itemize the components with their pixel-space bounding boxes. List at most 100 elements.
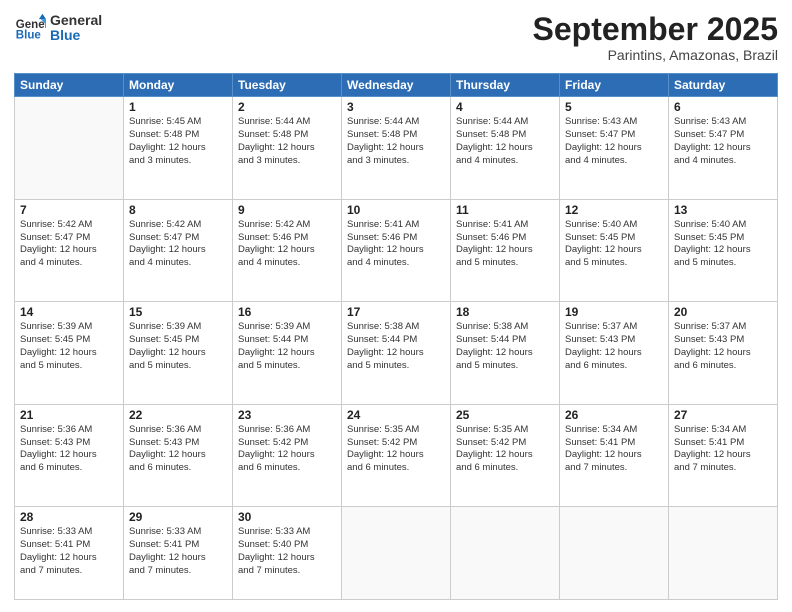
page-header: General Blue General Blue September 2025… [14,12,778,63]
calendar-body: 1 Sunrise: 5:45 AMSunset: 5:48 PMDaylight… [15,97,778,600]
calendar-cell [669,507,778,600]
day-number: 9 [238,203,336,217]
day-info: Sunrise: 5:38 AMSunset: 5:44 PMDaylight:… [347,321,445,372]
day-number: 14 [20,305,118,319]
day-number: 17 [347,305,445,319]
day-info: Sunrise: 5:44 AMSunset: 5:48 PMDaylight:… [347,116,445,167]
day-number: 13 [674,203,772,217]
col-header-saturday: Saturday [669,74,778,97]
day-info: Sunrise: 5:40 AMSunset: 5:45 PMDaylight:… [674,219,772,270]
calendar-cell: 14 Sunrise: 5:39 AMSunset: 5:45 PMDayligh… [15,302,124,405]
day-info: Sunrise: 5:43 AMSunset: 5:47 PMDaylight:… [674,116,772,167]
day-info: Sunrise: 5:36 AMSunset: 5:43 PMDaylight:… [20,424,118,475]
calendar-cell: 19 Sunrise: 5:37 AMSunset: 5:43 PMDayligh… [560,302,669,405]
calendar-cell: 15Sunrise: 5:39 AMSunset: 5:45 PMDayligh… [124,302,233,405]
day-info: Sunrise: 5:36 AMSunset: 5:42 PMDaylight:… [238,424,336,475]
day-number: 12 [565,203,663,217]
calendar-cell: 24 Sunrise: 5:35 AMSunset: 5:42 PMDayligh… [342,404,451,507]
calendar-cell: 7Sunrise: 5:42 AMSunset: 5:47 PMDaylight… [15,199,124,302]
calendar-week-5: 28Sunrise: 5:33 AMSunset: 5:41 PMDayligh… [15,507,778,600]
calendar-cell: 10 Sunrise: 5:41 AMSunset: 5:46 PMDayligh… [342,199,451,302]
svg-text:Blue: Blue [16,30,42,42]
calendar-cell: 28Sunrise: 5:33 AMSunset: 5:41 PMDayligh… [15,507,124,600]
day-number: 6 [674,100,772,114]
day-info: Sunrise: 5:44 AMSunset: 5:48 PMDaylight:… [456,116,554,167]
day-info: Sunrise: 5:35 AMSunset: 5:42 PMDaylight:… [347,424,445,475]
day-info: Sunrise: 5:34 AMSunset: 5:41 PMDaylight:… [565,424,663,475]
day-info: Sunrise: 5:39 AMSunset: 5:44 PMDaylight:… [238,321,336,372]
month-title: September 2025 [533,12,778,47]
calendar-cell: 8Sunrise: 5:42 AMSunset: 5:47 PMDaylight… [124,199,233,302]
logo-general: General [50,13,102,28]
day-info: Sunrise: 5:36 AMSunset: 5:43 PMDaylight:… [129,424,227,475]
calendar-cell: 26 Sunrise: 5:34 AMSunset: 5:41 PMDayligh… [560,404,669,507]
day-number: 8 [129,203,227,217]
day-number: 24 [347,408,445,422]
calendar-cell: 5Sunrise: 5:43 AMSunset: 5:47 PMDaylight… [560,97,669,200]
calendar-cell [451,507,560,600]
col-header-friday: Friday [560,74,669,97]
day-number: 25 [456,408,554,422]
day-info: Sunrise: 5:41 AMSunset: 5:46 PMDaylight:… [456,219,554,270]
calendar-cell: 11 Sunrise: 5:41 AMSunset: 5:46 PMDayligh… [451,199,560,302]
calendar-cell: 20Sunrise: 5:37 AMSunset: 5:43 PMDayligh… [669,302,778,405]
calendar-cell: 12 Sunrise: 5:40 AMSunset: 5:45 PMDayligh… [560,199,669,302]
calendar-header-row: SundayMondayTuesdayWednesdayThursdayFrid… [15,74,778,97]
calendar-week-3: 14 Sunrise: 5:39 AMSunset: 5:45 PMDayligh… [15,302,778,405]
day-number: 22 [129,408,227,422]
day-info: Sunrise: 5:39 AMSunset: 5:45 PMDaylight:… [20,321,118,372]
calendar-cell: 9 Sunrise: 5:42 AMSunset: 5:46 PMDaylight… [233,199,342,302]
calendar-cell: 30Sunrise: 5:33 AMSunset: 5:40 PMDayligh… [233,507,342,600]
calendar-week-1: 1 Sunrise: 5:45 AMSunset: 5:48 PMDaylight… [15,97,778,200]
day-info: Sunrise: 5:42 AMSunset: 5:46 PMDaylight:… [238,219,336,270]
calendar-cell [342,507,451,600]
calendar-table: SundayMondayTuesdayWednesdayThursdayFrid… [14,73,778,600]
calendar-cell: 13 Sunrise: 5:40 AMSunset: 5:45 PMDayligh… [669,199,778,302]
day-info: Sunrise: 5:41 AMSunset: 5:46 PMDaylight:… [347,219,445,270]
calendar-cell: 17 Sunrise: 5:38 AMSunset: 5:44 PMDayligh… [342,302,451,405]
day-number: 26 [565,408,663,422]
calendar-cell: 6 Sunrise: 5:43 AMSunset: 5:47 PMDaylight… [669,97,778,200]
day-info: Sunrise: 5:44 AMSunset: 5:48 PMDaylight:… [238,116,336,167]
day-number: 16 [238,305,336,319]
logo-blue: Blue [50,28,102,43]
day-info: Sunrise: 5:37 AMSunset: 5:43 PMDaylight:… [674,321,772,372]
calendar-cell: 22 Sunrise: 5:36 AMSunset: 5:43 PMDayligh… [124,404,233,507]
calendar-cell: 16 Sunrise: 5:39 AMSunset: 5:44 PMDayligh… [233,302,342,405]
location: Parintins, Amazonas, Brazil [533,47,778,63]
day-info: Sunrise: 5:40 AMSunset: 5:45 PMDaylight:… [565,219,663,270]
calendar-cell [560,507,669,600]
calendar-week-4: 21 Sunrise: 5:36 AMSunset: 5:43 PMDayligh… [15,404,778,507]
calendar-cell: 25Sunrise: 5:35 AMSunset: 5:42 PMDayligh… [451,404,560,507]
col-header-thursday: Thursday [451,74,560,97]
day-info: Sunrise: 5:38 AMSunset: 5:44 PMDaylight:… [456,321,554,372]
day-number: 23 [238,408,336,422]
day-number: 1 [129,100,227,114]
day-number: 2 [238,100,336,114]
calendar-cell: 27Sunrise: 5:34 AMSunset: 5:41 PMDayligh… [669,404,778,507]
logo-icon: General Blue [14,12,46,44]
col-header-sunday: Sunday [15,74,124,97]
day-number: 21 [20,408,118,422]
day-number: 18 [456,305,554,319]
calendar-cell: 18 Sunrise: 5:38 AMSunset: 5:44 PMDayligh… [451,302,560,405]
day-info: Sunrise: 5:45 AMSunset: 5:48 PMDaylight:… [129,116,227,167]
day-info: Sunrise: 5:33 AMSunset: 5:41 PMDaylight:… [129,526,227,577]
calendar-cell: 2 Sunrise: 5:44 AMSunset: 5:48 PMDaylight… [233,97,342,200]
day-info: Sunrise: 5:33 AMSunset: 5:40 PMDaylight:… [238,526,336,577]
day-number: 5 [565,100,663,114]
logo: General Blue General Blue [14,12,102,44]
day-number: 11 [456,203,554,217]
day-number: 7 [20,203,118,217]
day-number: 15 [129,305,227,319]
day-info: Sunrise: 5:37 AMSunset: 5:43 PMDaylight:… [565,321,663,372]
day-number: 10 [347,203,445,217]
day-info: Sunrise: 5:33 AMSunset: 5:41 PMDaylight:… [20,526,118,577]
col-header-monday: Monday [124,74,233,97]
calendar-cell: 1 Sunrise: 5:45 AMSunset: 5:48 PMDaylight… [124,97,233,200]
calendar-cell: 21 Sunrise: 5:36 AMSunset: 5:43 PMDayligh… [15,404,124,507]
calendar-cell: 4Sunrise: 5:44 AMSunset: 5:48 PMDaylight… [451,97,560,200]
title-block: September 2025 Parintins, Amazonas, Braz… [533,12,778,63]
day-number: 29 [129,510,227,524]
day-number: 19 [565,305,663,319]
